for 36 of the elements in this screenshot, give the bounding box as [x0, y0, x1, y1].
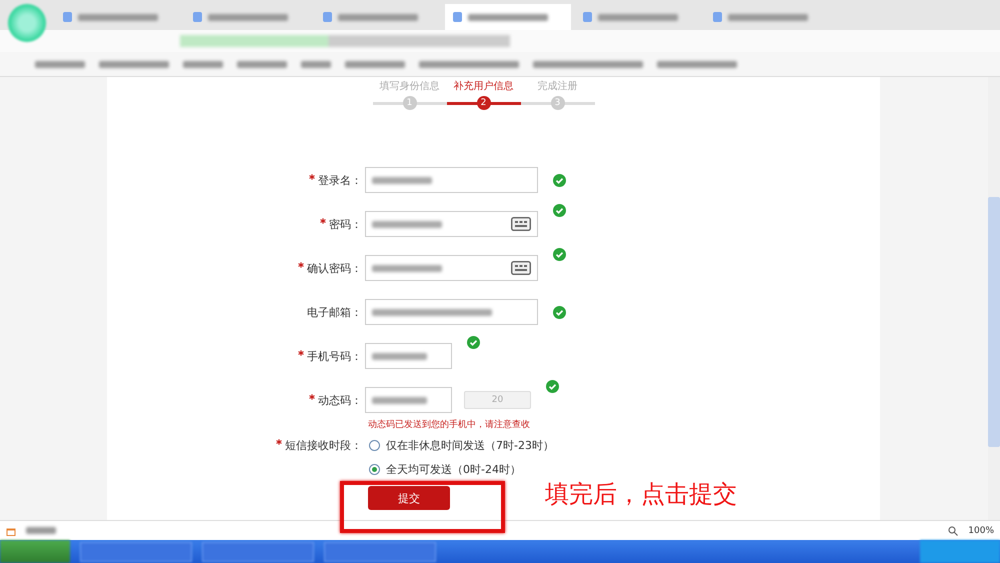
search-icon[interactable] — [948, 526, 958, 536]
input-field[interactable] — [365, 255, 538, 281]
keyboard-icon[interactable] — [511, 217, 531, 231]
field-label: 短信接收时段： — [107, 438, 365, 453]
input-field[interactable] — [365, 211, 538, 237]
field-label: 确认密码： — [107, 260, 365, 276]
radio-option[interactable]: 全天均可发送（0时-24时） — [369, 462, 554, 477]
browser-tab[interactable] — [445, 4, 571, 30]
radio-option[interactable]: 仅在非休息时间发送（7时-23时） — [369, 438, 554, 453]
step-label: 填写身份信息 — [380, 80, 440, 93]
status-text-blurred — [26, 527, 56, 534]
input-field[interactable] — [365, 167, 538, 193]
annotation-text: 填完后，点击提交 — [545, 479, 737, 510]
check-icon — [553, 204, 566, 217]
input-field[interactable] — [365, 343, 452, 369]
check-icon — [546, 380, 559, 393]
zoom-level[interactable]: 100% — [968, 526, 994, 536]
check-icon — [553, 174, 566, 186]
submit-button[interactable]: 提交 — [368, 486, 450, 510]
check-icon — [553, 306, 566, 318]
field-label: 手机号码： — [107, 348, 365, 364]
field-label: 登录名： — [107, 172, 365, 188]
field-label: 密码： — [107, 216, 365, 232]
step-label: 补充用户信息 — [454, 80, 514, 93]
keyboard-icon[interactable] — [511, 261, 531, 275]
step-label: 完成注册 — [538, 80, 578, 93]
input-field[interactable] — [365, 299, 538, 325]
check-icon — [553, 248, 566, 261]
step-number: 2 — [476, 96, 490, 110]
check-icon — [467, 336, 480, 349]
field-label: 动态码： — [107, 392, 365, 408]
field-label: 电子邮箱： — [306, 304, 363, 320]
address-bar[interactable] — [0, 30, 1000, 52]
scrollbar[interactable] — [988, 77, 1000, 520]
input-field[interactable] — [365, 387, 452, 413]
code-sent-message: 动态码已发送到您的手机中，请注意查收 — [368, 418, 531, 432]
